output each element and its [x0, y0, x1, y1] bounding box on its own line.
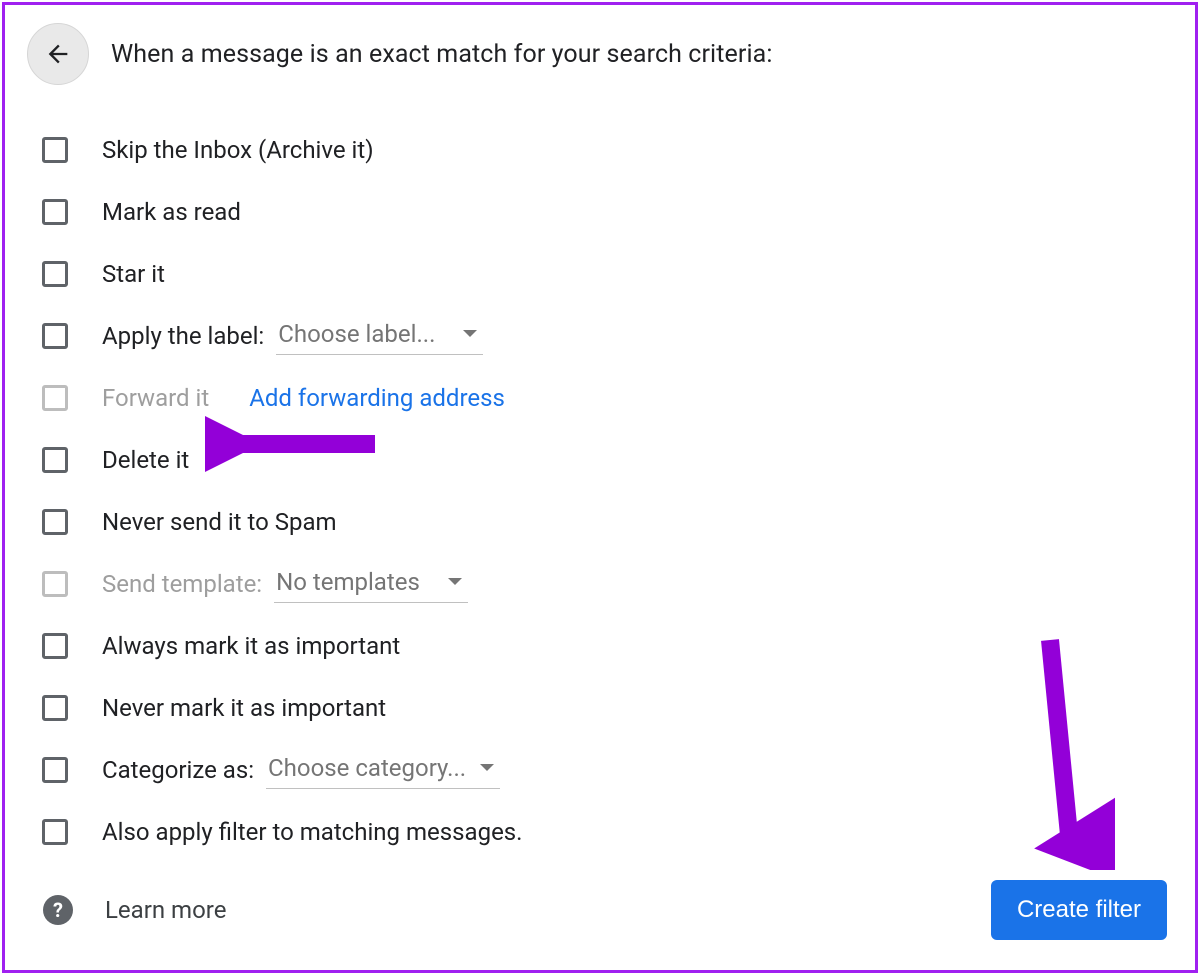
- label-also-apply: Also apply filter to matching messages.: [102, 818, 523, 846]
- option-mark-read: Mark as read: [42, 181, 1173, 243]
- option-never-important: Never mark it as important: [42, 677, 1173, 739]
- back-button[interactable]: [27, 23, 89, 85]
- checkbox-star-it[interactable]: [42, 261, 68, 287]
- option-apply-label: Apply the label: Choose label...: [42, 305, 1173, 367]
- option-delete-it: Delete it: [42, 429, 1173, 491]
- footer-left: ? Learn more: [43, 895, 226, 925]
- option-never-spam: Never send it to Spam: [42, 491, 1173, 553]
- option-send-template: Send template: No templates: [42, 553, 1173, 615]
- label-categorize-as: Categorize as:: [102, 756, 254, 784]
- option-skip-inbox: Skip the Inbox (Archive it): [42, 119, 1173, 181]
- checkbox-forward-it[interactable]: [42, 385, 68, 411]
- label-always-important: Always mark it as important: [102, 632, 400, 660]
- label-star-it: Star it: [102, 260, 165, 288]
- label-never-important: Never mark it as important: [102, 694, 386, 722]
- dropdown-send-template[interactable]: No templates: [274, 566, 468, 603]
- label-skip-inbox: Skip the Inbox (Archive it): [102, 136, 374, 164]
- dropdown-categorize[interactable]: Choose category...: [266, 752, 500, 789]
- dropdown-label-text: Choose label...: [278, 320, 435, 348]
- checkbox-categorize-as[interactable]: [42, 757, 68, 783]
- header-row: When a message is an exact match for you…: [27, 23, 1173, 85]
- checkbox-apply-label[interactable]: [42, 323, 68, 349]
- learn-more-link[interactable]: Learn more: [105, 896, 226, 924]
- option-star-it: Star it: [42, 243, 1173, 305]
- label-apply-label: Apply the label:: [102, 322, 264, 350]
- label-send-template: Send template:: [102, 570, 262, 598]
- checkbox-also-apply[interactable]: [42, 819, 68, 845]
- caret-down-icon: [463, 330, 477, 337]
- checkbox-never-important[interactable]: [42, 695, 68, 721]
- label-mark-read: Mark as read: [102, 198, 241, 226]
- dropdown-template-text: No templates: [276, 568, 420, 596]
- checkbox-skip-inbox[interactable]: [42, 137, 68, 163]
- caret-down-icon: [448, 578, 462, 585]
- checkbox-never-spam[interactable]: [42, 509, 68, 535]
- filter-dialog: When a message is an exact match for you…: [2, 2, 1198, 973]
- checkbox-always-important[interactable]: [42, 633, 68, 659]
- checkbox-delete-it[interactable]: [42, 447, 68, 473]
- dropdown-choose-label[interactable]: Choose label...: [276, 318, 483, 355]
- help-icon[interactable]: ?: [43, 895, 73, 925]
- caret-down-icon: [480, 764, 494, 771]
- dropdown-category-text: Choose category...: [268, 754, 466, 782]
- label-delete-it: Delete it: [102, 446, 189, 474]
- filter-options: Skip the Inbox (Archive it) Mark as read…: [27, 119, 1173, 863]
- link-add-forwarding[interactable]: Add forwarding address: [249, 384, 505, 412]
- option-categorize-as: Categorize as: Choose category...: [42, 739, 1173, 801]
- checkbox-send-template[interactable]: [42, 571, 68, 597]
- option-always-important: Always mark it as important: [42, 615, 1173, 677]
- label-forward-it: Forward it: [102, 384, 209, 412]
- option-forward-it: Forward it Add forwarding address: [42, 367, 1173, 429]
- label-never-spam: Never send it to Spam: [102, 508, 337, 536]
- footer-row: ? Learn more Create filter: [43, 880, 1167, 940]
- arrow-left-icon: [44, 40, 72, 68]
- checkbox-mark-read[interactable]: [42, 199, 68, 225]
- create-filter-button[interactable]: Create filter: [991, 880, 1167, 940]
- header-title: When a message is an exact match for you…: [111, 40, 772, 69]
- option-also-apply: Also apply filter to matching messages.: [42, 801, 1173, 863]
